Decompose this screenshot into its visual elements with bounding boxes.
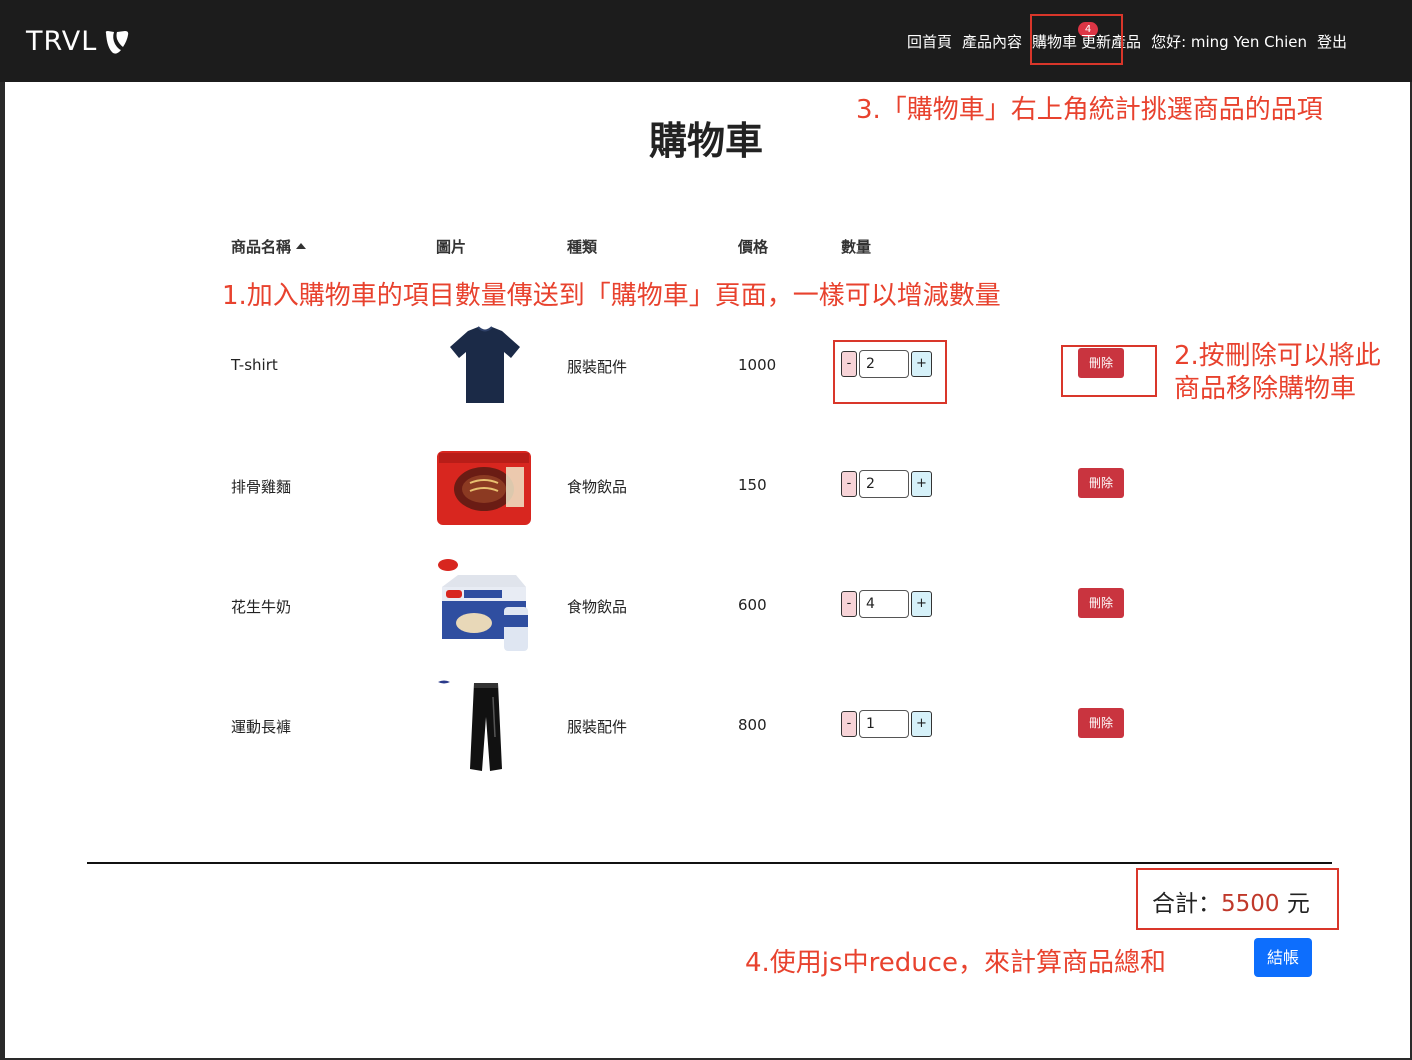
table-row: 排骨雞麵 食物飲品 150 - + 刪除 bbox=[0, 437, 1412, 537]
annotation-delete-note: 2.按刪除可以將此 商品移除購物車 bbox=[1174, 340, 1381, 405]
product-name: 排骨雞麵 bbox=[231, 478, 292, 496]
product-category: 服裝配件 bbox=[567, 358, 628, 376]
nav-products-link[interactable]: 產品內容 bbox=[962, 31, 1022, 52]
summary-divider bbox=[87, 862, 1332, 864]
track-pants-image bbox=[430, 677, 540, 777]
peanut-milk-box-image bbox=[430, 557, 540, 657]
decrease-quantity-button[interactable]: - bbox=[841, 711, 857, 737]
annotation-delete-note-line1: 2.按刪除可以將此 bbox=[1174, 341, 1381, 371]
product-category: 食物飲品 bbox=[567, 598, 628, 616]
brand-logo-icon bbox=[106, 31, 129, 54]
decrease-quantity-button[interactable]: - bbox=[841, 591, 857, 617]
column-header-name-label: 商品名稱 bbox=[231, 238, 292, 256]
column-header-price: 價格 bbox=[738, 238, 769, 256]
top-navbar: TRVL 回首頁 產品內容 購物車 4 更新產品 您好: ming Yen Ch… bbox=[0, 0, 1412, 82]
table-row: 花生牛奶 食物飲品 600 - + 刪除 bbox=[0, 557, 1412, 657]
quantity-stepper: - + bbox=[841, 589, 932, 619]
annotation-box-total bbox=[1136, 868, 1339, 930]
quantity-input[interactable] bbox=[859, 590, 909, 618]
nav-user-greeting: 您好: ming Yen Chien bbox=[1151, 32, 1308, 51]
increase-quantity-button[interactable]: + bbox=[911, 471, 932, 497]
product-price: 600 bbox=[738, 596, 767, 614]
brand-name: TRVL bbox=[26, 25, 98, 57]
annotation-box-quantity bbox=[833, 340, 947, 404]
annotation-cart-count-note: 3.「購物車」右上角統計挑選商品的品項 bbox=[856, 95, 1323, 125]
column-header-category: 種類 bbox=[567, 238, 598, 256]
nav-menu: 回首頁 產品內容 購物車 4 更新產品 您好: ming Yen Chien 登… bbox=[907, 21, 1347, 52]
product-price: 800 bbox=[738, 716, 767, 734]
quantity-input[interactable] bbox=[859, 470, 909, 498]
brand-link[interactable]: TRVL bbox=[26, 24, 131, 58]
quantity-stepper: - + bbox=[841, 469, 932, 499]
decrease-quantity-button[interactable]: - bbox=[841, 471, 857, 497]
product-price: 1000 bbox=[738, 356, 777, 374]
annotation-reduce-note: 4.使用js中reduce，來計算商品總和 bbox=[745, 948, 1166, 978]
annotation-box-cart-badge bbox=[1030, 14, 1123, 65]
column-header-name[interactable]: 商品名稱 bbox=[231, 236, 307, 257]
column-header-image: 圖片 bbox=[436, 238, 467, 256]
product-name: T-shirt bbox=[231, 356, 278, 374]
increase-quantity-button[interactable]: + bbox=[911, 711, 932, 737]
table-row: 運動長褲 服裝配件 800 - + 刪除 bbox=[0, 677, 1412, 777]
checkout-button[interactable]: 結帳 bbox=[1254, 938, 1312, 977]
sort-ascending-icon bbox=[296, 243, 307, 249]
product-name: 運動長褲 bbox=[231, 718, 292, 736]
noodle-pack-image bbox=[430, 437, 540, 537]
quantity-stepper: - + bbox=[841, 709, 932, 739]
tshirt-image bbox=[430, 317, 540, 417]
nav-home-link[interactable]: 回首頁 bbox=[907, 31, 952, 52]
annotation-box-delete bbox=[1061, 345, 1157, 397]
product-name: 花生牛奶 bbox=[231, 598, 292, 616]
nav-logout-link[interactable]: 登出 bbox=[1317, 31, 1347, 52]
product-price: 150 bbox=[738, 476, 767, 494]
annotation-delete-note-line2: 商品移除購物車 bbox=[1174, 373, 1357, 404]
delete-button[interactable]: 刪除 bbox=[1078, 468, 1124, 498]
column-header-quantity: 數量 bbox=[841, 238, 872, 256]
increase-quantity-button[interactable]: + bbox=[911, 591, 932, 617]
product-category: 食物飲品 bbox=[567, 478, 628, 496]
delete-button[interactable]: 刪除 bbox=[1078, 708, 1124, 738]
delete-button[interactable]: 刪除 bbox=[1078, 588, 1124, 618]
product-category: 服裝配件 bbox=[567, 718, 628, 736]
annotation-quantity-note: 1.加入購物車的項目數量傳送到「購物車」頁面，一樣可以增減數量 bbox=[222, 281, 1001, 311]
quantity-input[interactable] bbox=[859, 710, 909, 738]
